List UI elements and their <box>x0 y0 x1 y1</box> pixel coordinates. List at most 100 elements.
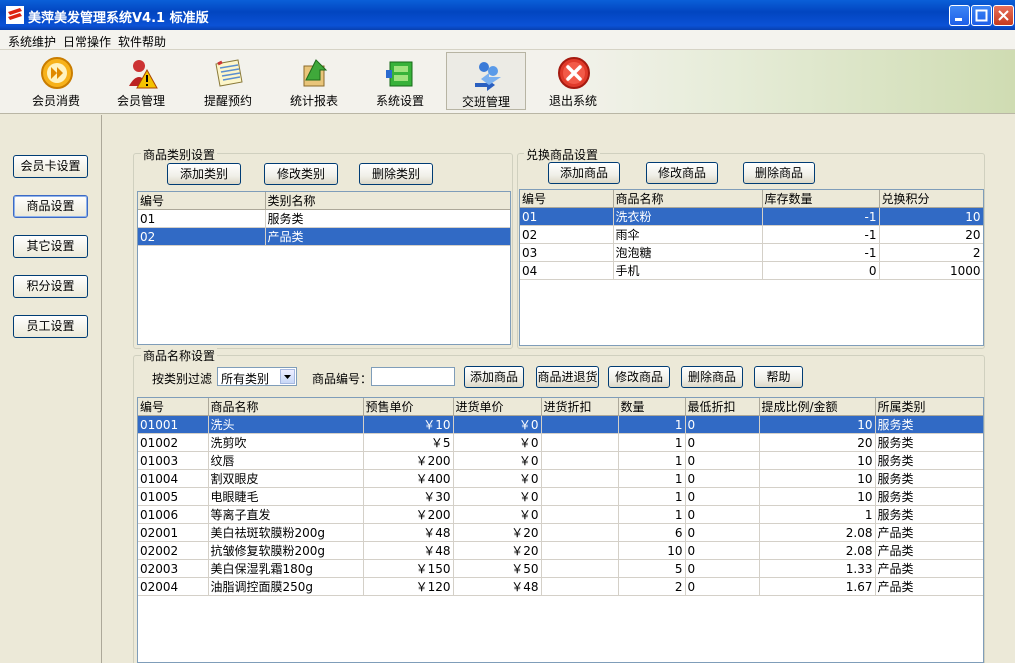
table-row[interactable]: 01 服务类 <box>138 209 510 228</box>
table-cell: 服务类 <box>875 415 983 434</box>
delete-exchange-item-button[interactable]: 删除商品 <box>743 162 815 184</box>
table-cell: 10 <box>759 487 876 506</box>
column-header[interactable]: 库存数量 <box>762 190 880 208</box>
chevron-down-icon[interactable] <box>280 369 295 384</box>
table-cell: 产品类 <box>875 541 983 560</box>
column-header[interactable]: 提成比例/金额 <box>759 398 876 416</box>
table-cell: 2 <box>618 577 686 596</box>
table-cell: 电眼睫毛 <box>208 487 364 506</box>
exchange-table[interactable]: 编号 商品名称 库存数量 兑换积分 01 洗衣粉 -1 10 02 雨伞 -1 20 03 泡泡糖… <box>519 189 984 346</box>
table-cell: 02001 <box>138 523 209 542</box>
table-cell: 10 <box>759 469 876 488</box>
toolbar-member-consume-button[interactable]: 会员消费 <box>16 52 96 110</box>
table-cell: 服务类 <box>875 505 983 524</box>
table-cell: 6 <box>618 523 686 542</box>
table-cell: 泡泡糖 <box>613 243 763 262</box>
table-row[interactable]: 03 泡泡糖 -1 2 <box>520 243 983 262</box>
menu-daily-operations[interactable]: 日常操作 <box>63 33 111 50</box>
member-warning-icon <box>129 60 158 89</box>
toolbar-label: 统计报表 <box>289 94 338 108</box>
table-row[interactable]: 02 雨伞 -1 20 <box>520 225 983 244</box>
table-cell: 产品类 <box>875 577 983 596</box>
help-button[interactable]: 帮助 <box>754 366 803 388</box>
column-header[interactable]: 预售单价 <box>363 398 454 416</box>
toolbar-shift-management-button[interactable]: 交班管理 <box>446 52 526 110</box>
product-table[interactable]: 编号 商品名称 预售单价 进货单价 进货折扣 数量 最低折扣 提成比例/金额 所属类别 0100… <box>137 397 984 663</box>
column-header[interactable]: 最低折扣 <box>685 398 760 416</box>
column-header[interactable]: 编号 <box>138 192 266 210</box>
table-cell: 01 <box>138 209 266 228</box>
column-header[interactable]: 商品名称 <box>208 398 364 416</box>
title-bar: 美萍美发管理系统V4.1 标准版 <box>0 0 1015 30</box>
column-header[interactable]: 进货单价 <box>453 398 542 416</box>
table-row[interactable]: 01006 等离子直发 ￥200 ￥0 1 0 1 服务类 <box>138 505 983 524</box>
table-cell: 2.08 <box>759 523 876 542</box>
calendar-notepad-icon <box>215 59 243 87</box>
table-row[interactable]: 02 产品类 <box>138 227 510 246</box>
table-row[interactable]: 01001 洗头 ￥10 ￥0 1 0 10 服务类 <box>138 415 983 434</box>
toolbar-system-settings-button[interactable]: 系统设置 <box>360 52 440 110</box>
column-header[interactable]: 编号 <box>138 398 209 416</box>
toolbar-label: 退出系统 <box>548 94 597 108</box>
column-header[interactable]: 所属类别 <box>875 398 983 416</box>
table-cell: ￥50 <box>453 559 542 578</box>
delete-category-button[interactable]: 删除类别 <box>359 163 433 185</box>
minimize-button[interactable] <box>949 5 970 26</box>
sidebar-member-card-settings[interactable]: 会员卡设置 <box>13 155 88 178</box>
sidebar-staff-settings[interactable]: 员工设置 <box>13 315 88 338</box>
column-header[interactable]: 类别名称 <box>265 192 510 210</box>
toolbar-statistics-button[interactable]: 统计报表 <box>274 52 354 110</box>
table-cell: 01005 <box>138 487 209 506</box>
column-header[interactable]: 兑换积分 <box>879 190 983 208</box>
product-stock-in-out-button[interactable]: 商品进退货 <box>536 366 599 388</box>
sidebar-points-settings[interactable]: 积分设置 <box>13 275 88 298</box>
category-table[interactable]: 编号 类别名称 01 服务类 02 产品类 <box>137 191 511 345</box>
table-row[interactable]: 04 手机 0 1000 <box>520 261 983 280</box>
table-row[interactable]: 01004 割双眼皮 ￥400 ￥0 1 0 10 服务类 <box>138 469 983 488</box>
add-product-button[interactable]: 添加商品 <box>464 366 524 388</box>
menu-software-help[interactable]: 软件帮助 <box>118 33 166 50</box>
table-row[interactable]: 02002 抗皱修复软膜粉200g ￥48 ￥20 10 0 2.08 产品类 <box>138 541 983 560</box>
column-header[interactable]: 编号 <box>520 190 614 208</box>
toolbar-reminder-button[interactable]: 提醒预约 <box>188 52 268 110</box>
table-cell: 1 <box>618 469 686 488</box>
table-row[interactable]: 02001 美白祛斑软膜粉200g ￥48 ￥20 6 0 2.08 产品类 <box>138 523 983 542</box>
edit-exchange-item-button[interactable]: 修改商品 <box>646 162 718 184</box>
add-exchange-item-button[interactable]: 添加商品 <box>548 162 620 184</box>
table-cell: 0 <box>685 577 760 596</box>
table-cell: 等离子直发 <box>208 505 364 524</box>
table-cell: 洗衣粉 <box>613 207 763 226</box>
menu-system-maintenance[interactable]: 系统维护 <box>8 33 56 50</box>
sidebar-product-settings[interactable]: 商品设置 <box>13 195 88 218</box>
toolbar-exit-button[interactable]: 退出系统 <box>533 52 613 110</box>
table-cell: 01006 <box>138 505 209 524</box>
delete-product-button[interactable]: 删除商品 <box>681 366 743 388</box>
close-button[interactable] <box>993 5 1014 26</box>
table-row[interactable]: 02004 油脂调控面膜250g ￥120 ￥48 2 0 1.67 产品类 <box>138 577 983 596</box>
table-row[interactable]: 01005 电眼睫毛 ￥30 ￥0 1 0 10 服务类 <box>138 487 983 506</box>
table-row[interactable]: 01002 洗剪吹 ￥5 ￥0 1 0 20 服务类 <box>138 433 983 452</box>
table-cell: ￥20 <box>453 523 542 542</box>
toolbar-label: 提醒预约 <box>203 94 252 108</box>
table-cell: 服务类 <box>875 451 983 470</box>
maximize-button[interactable] <box>971 5 992 26</box>
toolbar-member-management-button[interactable]: 会员管理 <box>101 52 181 110</box>
category-settings-title: 商品类别设置 <box>141 146 218 163</box>
column-header[interactable]: 商品名称 <box>613 190 763 208</box>
edit-product-button[interactable]: 修改商品 <box>608 366 670 388</box>
table-cell: 02003 <box>138 559 209 578</box>
edit-category-button[interactable]: 修改类别 <box>264 163 338 185</box>
table-row[interactable]: 01 洗衣粉 -1 10 <box>520 207 983 226</box>
table-cell: 1 <box>618 451 686 470</box>
category-filter-select[interactable]: 所有类别 <box>217 367 297 386</box>
column-header[interactable]: 数量 <box>618 398 686 416</box>
settings-box-icon <box>386 61 413 87</box>
table-row[interactable]: 02003 美白保湿乳霜180g ￥150 ￥50 5 0 1.33 产品类 <box>138 559 983 578</box>
table-cell: 割双眼皮 <box>208 469 364 488</box>
add-category-button[interactable]: 添加类别 <box>167 163 241 185</box>
table-row[interactable]: 01003 纹唇 ￥200 ￥0 1 0 10 服务类 <box>138 451 983 470</box>
sidebar-other-settings[interactable]: 其它设置 <box>13 235 88 258</box>
product-code-input[interactable] <box>371 367 455 386</box>
column-header[interactable]: 进货折扣 <box>541 398 619 416</box>
table-cell: 1 <box>618 433 686 452</box>
